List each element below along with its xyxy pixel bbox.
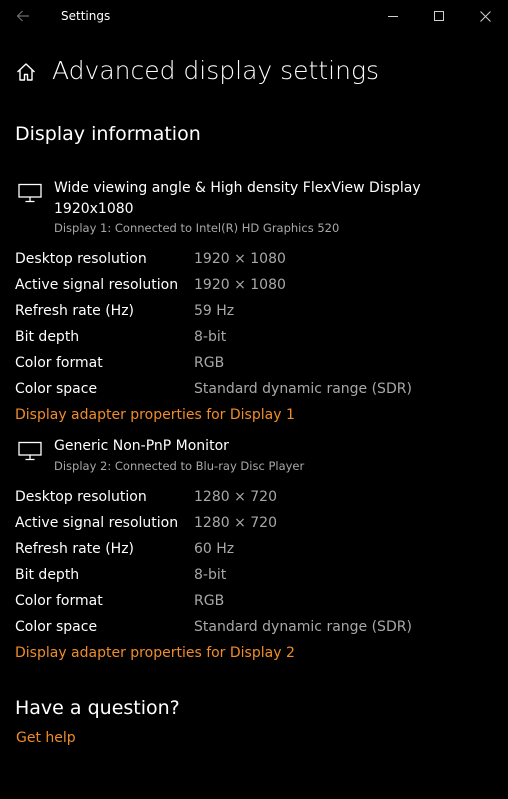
display-1-active-signal-label: Active signal resolution — [15, 277, 179, 293]
minimize-button[interactable] — [370, 0, 416, 32]
display-2-desktop-resolution-label: Desktop resolution — [15, 489, 147, 505]
display-2-active-signal-value: 1280 × 720 — [194, 515, 277, 531]
display-2-color-format-value: RGB — [194, 593, 225, 609]
display-2-color-space-label: Color space — [15, 619, 98, 635]
display-1-name: Wide viewing angle & High density FlexVi… — [54, 180, 421, 196]
display-2-color-format-label: Color format — [15, 593, 103, 609]
display-2-desktop-resolution-value: 1280 × 720 — [194, 489, 277, 505]
display-1-color-format-label: Color format — [15, 355, 103, 371]
display-2-name: Generic Non-PnP Monitor — [54, 438, 229, 454]
display-2-bit-depth-value: 8-bit — [194, 567, 227, 583]
display-1-desktop-resolution-label: Desktop resolution — [15, 251, 147, 267]
display-2-bit-depth-label: Bit depth — [15, 567, 80, 583]
help-heading: Have a question? — [15, 697, 180, 719]
title-bar: Settings — [0, 0, 508, 32]
display-1-bit-depth-label: Bit depth — [15, 329, 80, 345]
close-button[interactable] — [462, 0, 508, 32]
display-1-bit-depth-value: 8-bit — [194, 329, 227, 345]
display-1-color-space-label: Color space — [15, 381, 98, 397]
display-information-heading: Display information — [15, 123, 201, 145]
close-icon — [479, 10, 491, 22]
back-button[interactable] — [11, 4, 35, 28]
display-2-refresh-rate-value: 60 Hz — [194, 541, 235, 557]
display-1-resolution: 1920x1080 — [54, 201, 134, 217]
home-icon — [17, 63, 35, 81]
page-title: Advanced display settings — [52, 56, 379, 85]
home-button[interactable] — [15, 61, 37, 83]
maximize-icon — [434, 11, 444, 21]
window-title: Settings — [61, 9, 111, 23]
maximize-button[interactable] — [416, 0, 462, 32]
display-1-color-format-value: RGB — [194, 355, 225, 371]
display-2-subtitle: Display 2: Connected to Blu-ray Disc Pla… — [54, 459, 305, 473]
back-arrow-icon — [16, 10, 29, 22]
get-help-link[interactable]: Get help — [16, 730, 76, 746]
display-1-active-signal-value: 1920 × 1080 — [194, 277, 286, 293]
display-2-refresh-rate-label: Refresh rate (Hz) — [15, 541, 135, 557]
display-1-refresh-rate-label: Refresh rate (Hz) — [15, 303, 135, 319]
display-2-adapter-properties-link[interactable]: Display adapter properties for Display 2 — [15, 645, 295, 661]
display-1-adapter-properties-link[interactable]: Display adapter properties for Display 1 — [15, 407, 295, 423]
display-2-active-signal-label: Active signal resolution — [15, 515, 179, 531]
display-1-desktop-resolution-value: 1920 × 1080 — [194, 251, 286, 267]
display-2-color-space-value: Standard dynamic range (SDR) — [194, 619, 412, 635]
display-1-refresh-rate-value: 59 Hz — [194, 303, 235, 319]
display-1-subtitle: Display 1: Connected to Intel(R) HD Grap… — [54, 221, 340, 235]
display-1-color-space-value: Standard dynamic range (SDR) — [194, 381, 412, 397]
monitor-icon — [18, 441, 42, 461]
minimize-icon — [388, 16, 398, 17]
monitor-icon — [18, 183, 42, 203]
